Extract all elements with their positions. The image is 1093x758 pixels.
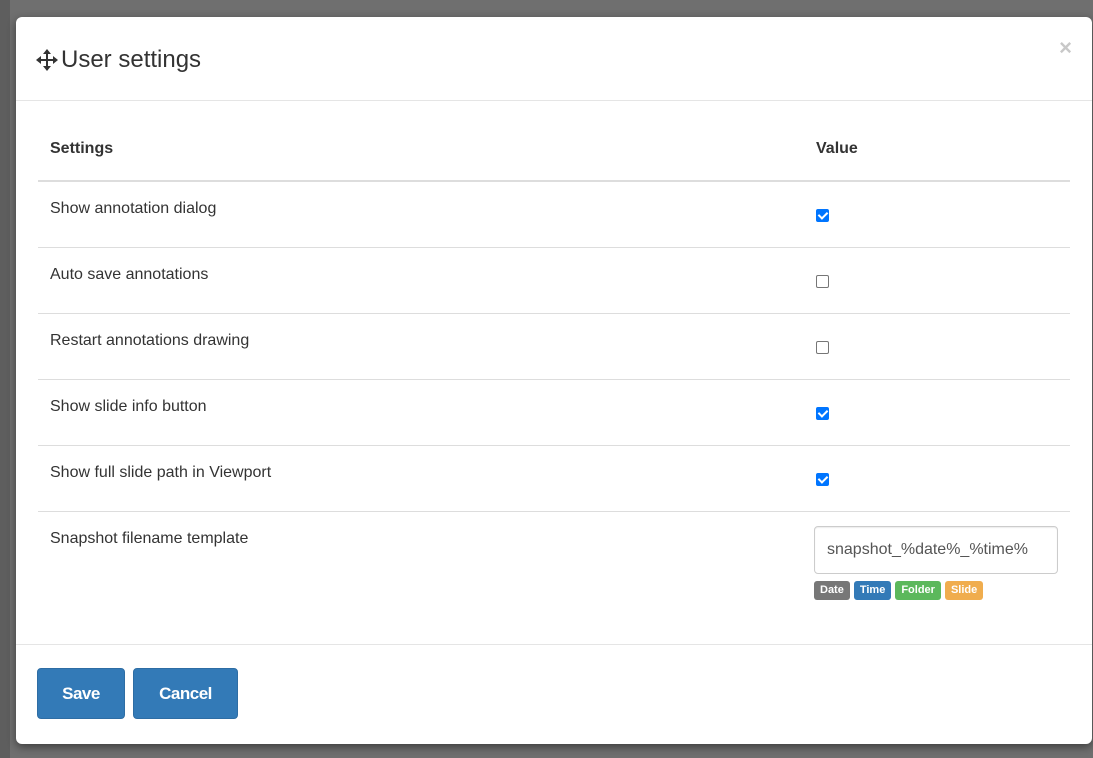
cancel-button[interactable]: Cancel [133,668,238,719]
table-row: Snapshot filename template DateTimeFolde… [38,510,1070,639]
snapshot-filename-input[interactable] [814,525,1058,574]
dialog-footer: Save Cancel [16,644,1092,744]
tag-folder[interactable]: Folder [895,580,941,600]
show-slide-info-button-checkbox[interactable] [816,406,829,420]
dialog-header[interactable]: User settings × [16,17,1092,101]
show-full-slide-path-checkbox[interactable] [816,472,829,486]
setting-label-restart-annotations-drawing: Restart annotations drawing [38,312,804,379]
settings-column-header: Settings [38,117,804,182]
table-row: Auto save annotations [38,246,1070,313]
close-button[interactable]: × [1059,37,1072,59]
auto-save-annotations-checkbox[interactable] [816,274,829,288]
tag-time[interactable]: Time [853,580,892,600]
setting-label-show-full-slide-path: Show full slide path in Viewport [38,444,804,511]
user-settings-dialog: User settings × Settings Value Show anno… [16,17,1092,744]
dialog-title: User settings [61,46,202,73]
table-row: Restart annotations drawing [38,312,1070,379]
tag-slide[interactable]: Slide [944,580,984,600]
table-row: Show full slide path in Viewport [38,444,1070,511]
setting-label-snapshot-filename-template: Snapshot filename template [38,510,804,639]
template-tags: Date Time Folder Slide [814,580,1058,600]
show-annotation-dialog-checkbox[interactable] [816,209,829,222]
table-row: Show slide info button [38,378,1070,445]
move-arrows-icon[interactable] [36,49,58,71]
background-edge [0,0,10,758]
value-column-header: Value [804,117,1070,182]
table-row: Show annotation dialog [38,181,1070,247]
setting-label-show-annotation-dialog: Show annotation dialog [50,200,217,217]
settings-table: Settings Value Show annotation dialog Au… [38,117,1070,639]
setting-label-auto-save-annotations: Auto save annotations [38,246,804,313]
save-button[interactable]: Save [37,668,125,719]
restart-annotations-drawing-checkbox[interactable] [816,340,829,354]
table-header-row: Settings Value [38,117,1070,182]
setting-label-show-slide-info-button: Show slide info button [38,378,804,445]
dialog-body: Settings Value Show annotation dialog Au… [38,117,1070,639]
tag-date[interactable]: Date [814,580,850,600]
